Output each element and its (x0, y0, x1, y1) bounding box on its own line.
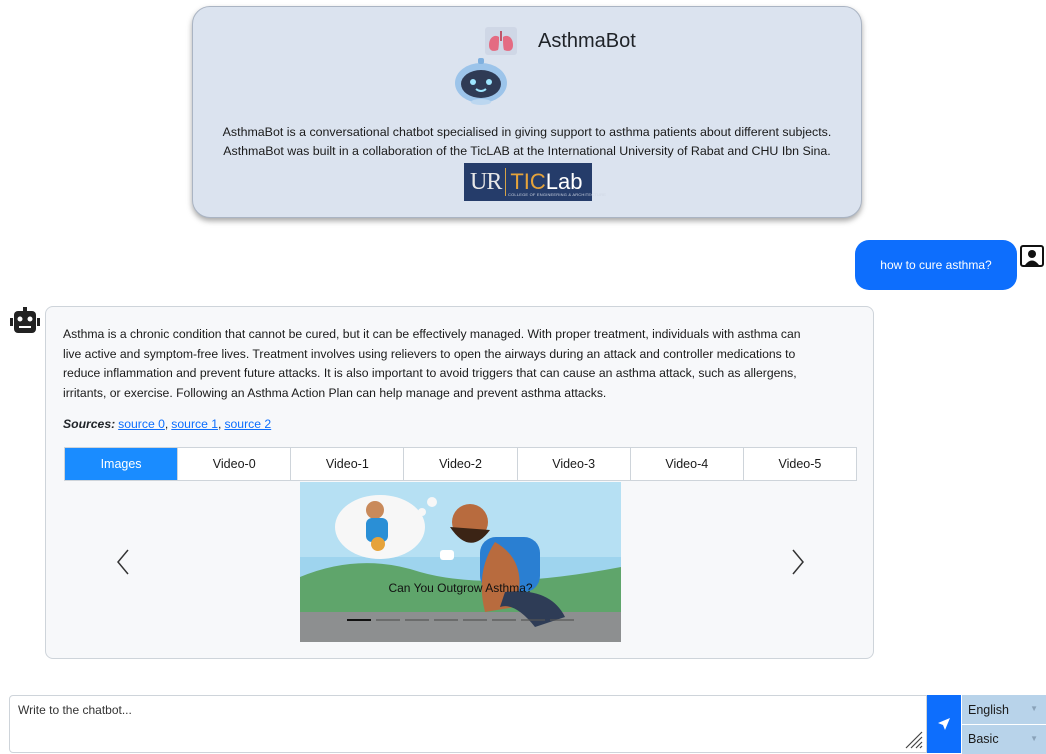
media-tabs: Images Video-0 Video-1 Video-2 Video-3 V… (64, 447, 857, 481)
carousel-indicator[interactable] (463, 619, 487, 621)
answer-line: reduce inflammation and prevent future a… (63, 366, 797, 381)
carousel-indicator[interactable] (376, 619, 400, 621)
tab-images[interactable]: Images (65, 448, 179, 480)
bot-name: AsthmaBot (538, 30, 636, 52)
logo-ur: UR (470, 168, 502, 195)
tab-video-0[interactable]: Video-0 (178, 448, 292, 480)
source-link-2[interactable]: source 2 (224, 417, 271, 431)
chevron-down-icon: ▼ (1030, 704, 1038, 713)
carousel-prev-icon[interactable] (111, 547, 135, 577)
source-link-1[interactable]: source 1 (171, 417, 218, 431)
carousel-indicator[interactable] (492, 619, 516, 621)
carousel-indicator[interactable] (434, 619, 458, 621)
user-message-bubble: how to cure asthma? (855, 240, 1017, 290)
send-icon (938, 718, 950, 730)
user-avatar-icon (1020, 245, 1044, 267)
logo-subtitle: COLLEGE OF ENGINEERING & ARCHITECTURE (508, 192, 607, 197)
tab-video-1[interactable]: Video-1 (291, 448, 405, 480)
source-link-0[interactable]: source 0 (118, 417, 165, 431)
tab-video-3[interactable]: Video-3 (518, 448, 631, 480)
bot-message-card: Asthma is a chronic condition that canno… (45, 306, 874, 659)
ticlab-logo: UR TIC Lab COLLEGE OF ENGINEERING & ARCHI… (464, 163, 606, 201)
sources: Sources: source 0, source 1, source 2 (63, 417, 272, 431)
bot-avatar-icon (10, 307, 40, 333)
intro-card: AsthmaBot AsthmaBot is a conversational … (192, 6, 862, 218)
send-button[interactable] (927, 695, 961, 753)
language-select[interactable]: English ▼ (962, 695, 1046, 724)
chat-input-box (9, 695, 927, 753)
mode-select[interactable]: Basic ▼ (962, 725, 1046, 754)
carousel-next-icon[interactable] (786, 547, 810, 577)
tab-video-2[interactable]: Video-2 (404, 448, 518, 480)
carousel-indicator[interactable] (347, 619, 371, 621)
mode-select-value: Basic (968, 732, 999, 746)
answer-line: irritants, or exercise. Following an Ast… (63, 385, 607, 400)
carousel-indicator[interactable] (550, 619, 574, 621)
carousel-indicators (347, 619, 574, 621)
carousel-image: Can You Outgrow Asthma? (300, 482, 621, 642)
carousel-indicator[interactable] (521, 619, 545, 621)
answer-line: live active and symptom-free lives. Trea… (63, 346, 796, 361)
tab-video-5[interactable]: Video-5 (744, 448, 856, 480)
robot-avatar-icon (455, 58, 507, 105)
intro-line: AsthmaBot was built in a collaboration o… (223, 144, 831, 158)
user-message-text: how to cure asthma? (880, 258, 992, 272)
resize-handle-icon[interactable] (900, 726, 924, 750)
asthma-illustration (300, 482, 621, 642)
intro-line: AsthmaBot is a conversational chatbot sp… (222, 125, 832, 139)
chevron-down-icon: ▼ (1030, 734, 1038, 743)
sources-label: Sources: (63, 417, 116, 431)
carousel-indicator[interactable] (405, 619, 429, 621)
bot-answer: Asthma is a chronic condition that canno… (63, 325, 863, 403)
language-select-value: English (968, 703, 1009, 717)
intro-description: AsthmaBot is a conversational chatbot sp… (193, 123, 861, 161)
tab-video-4[interactable]: Video-4 (631, 448, 744, 480)
lungs-icon (485, 27, 517, 55)
carousel-caption: Can You Outgrow Asthma? (388, 581, 533, 595)
answer-line: Asthma is a chronic condition that canno… (63, 327, 801, 341)
logo-divider (505, 168, 507, 196)
chat-input[interactable] (10, 696, 926, 752)
